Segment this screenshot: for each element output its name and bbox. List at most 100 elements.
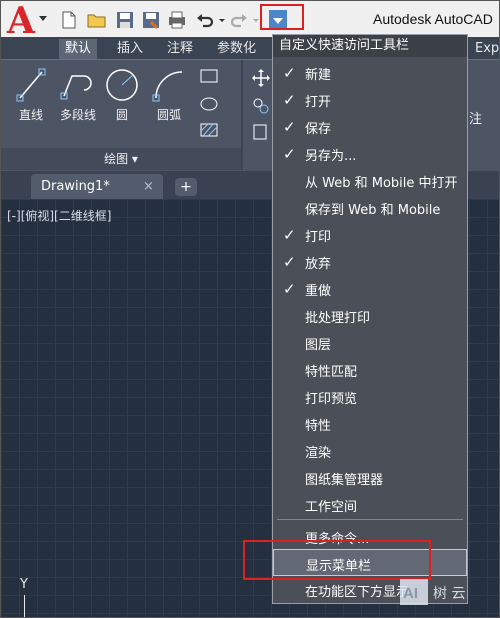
menu-item-label: 放弃 [305, 257, 332, 272]
arc-tool-button[interactable]: 圆弧 [149, 66, 189, 123]
menu-item[interactable]: 工作空间 [273, 491, 467, 518]
print-icon[interactable] [167, 10, 187, 30]
viewport-controls-label[interactable]: [-][俯视][二维线框] [7, 207, 111, 224]
rectangle-icon[interactable] [199, 68, 219, 84]
circle-tool-label: 圆 [115, 108, 128, 122]
line-icon [16, 68, 46, 102]
draw-panel-label[interactable]: 绘图 ▾ [1, 148, 241, 170]
annotate-tool-label[interactable]: 注 [469, 108, 482, 127]
chevron-down-icon: ▾ [131, 152, 138, 166]
copy-icon[interactable] [251, 96, 271, 116]
menu-item[interactable]: 从 Web 和 Mobile 中打开 [273, 167, 467, 194]
menu-item[interactable]: 图层 [273, 329, 467, 356]
arc-icon [152, 71, 183, 102]
close-icon[interactable]: × [143, 179, 154, 194]
menu-item-label: 打印预览 [305, 392, 358, 407]
title-bar: A Autodesk AutoCAD [1, 1, 499, 42]
line-tool-button[interactable]: 直线 [11, 66, 51, 123]
menu-item-label: 保存 [305, 122, 332, 137]
menu-item-label: 特性匹配 [305, 365, 358, 380]
menu-item[interactable]: 特性 [273, 410, 467, 437]
menu-item[interactable]: 打印预览 [273, 383, 467, 410]
menu-item[interactable]: 渲染 [273, 437, 467, 464]
menu-item-label: 在功能区下方显示 [305, 585, 410, 600]
tab-parametric[interactable]: 参数化 [211, 39, 262, 59]
open-folder-icon[interactable] [87, 10, 107, 30]
menu-item-label: 打开 [305, 95, 332, 110]
autocad-window: A Autodesk AutoCAD 默认 插入 注释 参数化 Exp 直线 多… [0, 0, 500, 618]
tab-insert[interactable]: 插入 [111, 39, 149, 59]
menu-item[interactable]: 保存到 Web 和 Mobile [273, 194, 467, 221]
watermark-text: 树 云 [433, 586, 466, 602]
document-tab-title: Drawing1* [41, 179, 110, 194]
menu-item-label: 打印 [305, 230, 332, 245]
tab-annotate[interactable]: 注释 [161, 39, 199, 59]
new-tab-button[interactable]: + [175, 178, 197, 196]
chevron-down-icon [39, 16, 47, 21]
menu-item-label: 工作空间 [305, 500, 358, 515]
highlight-box-show-menubar [243, 540, 431, 580]
menu-item-label: 新建 [305, 68, 332, 83]
menu-item[interactable]: ✓ 新建 [273, 59, 467, 86]
menu-item[interactable]: 特性匹配 [273, 356, 467, 383]
menu-item-label: 渲染 [305, 446, 332, 461]
highlight-box-qat-dropdown [260, 4, 304, 30]
polyline-icon [60, 75, 92, 100]
menu-item[interactable]: ✓ 放弃 [273, 248, 467, 275]
menu-item-label: 特性 [305, 419, 332, 434]
menu-item-label: 图纸集管理器 [305, 473, 384, 488]
menu-header: 自定义快速访问工具栏 [273, 35, 467, 57]
menu-item-label: 另存为... [305, 149, 357, 164]
menu-item[interactable]: ✓ 保存 [273, 113, 467, 140]
arc-tool-label: 圆弧 [156, 108, 181, 122]
menu-item-label: 保存到 Web 和 Mobile [305, 203, 441, 218]
polyline-tool-label: 多段线 [59, 108, 96, 122]
menu-item[interactable]: 批处理打印 [273, 302, 467, 329]
save-as-icon[interactable] [141, 10, 161, 30]
ribbon-divider [241, 60, 243, 170]
stretch-icon[interactable] [251, 122, 271, 142]
undo-dropdown-icon[interactable] [217, 10, 227, 30]
menu-item-label: 重做 [305, 284, 332, 299]
check-icon: ✓ [283, 91, 296, 109]
line-tool-label: 直线 [18, 108, 43, 122]
circle-tool-button[interactable]: 圆 [103, 66, 141, 123]
undo-icon[interactable] [195, 10, 215, 30]
check-icon: ✓ [283, 280, 296, 298]
move-icon[interactable] [251, 68, 271, 88]
new-file-icon[interactable] [59, 10, 79, 30]
customize-qat-menu: 自定义快速访问工具栏 ✓ 新建 ✓ 打开 ✓ 保存 ✓ 另存为... 从 Web 和 Mobil… [272, 34, 468, 604]
autocad-logo-icon: A [7, 0, 35, 42]
check-icon: ✓ [283, 253, 296, 271]
circle-icon [106, 69, 138, 101]
redo-icon[interactable] [229, 10, 249, 30]
draw-panel-title: 绘图 [104, 152, 129, 166]
menu-item-label: 从 Web 和 Mobile 中打开 [305, 176, 458, 191]
window-title: Autodesk AutoCAD [373, 11, 493, 27]
tab-express[interactable]: Exp [469, 39, 499, 59]
menu-item[interactable]: ✓ 重做 [273, 275, 467, 302]
menu-item-label: 批处理打印 [305, 311, 371, 326]
check-icon: ✓ [283, 145, 296, 163]
ucs-y-axis-label: Y [20, 577, 28, 592]
save-icon[interactable] [115, 10, 135, 30]
hatch-icon[interactable] [199, 122, 219, 138]
polyline-tool-button[interactable]: 多段线 [55, 66, 101, 123]
menu-item[interactable]: ✓ 打开 [273, 86, 467, 113]
tab-default[interactable]: 默认 [59, 39, 98, 59]
menu-item-label: 图层 [305, 338, 332, 353]
menu-item[interactable]: 图纸集管理器 [273, 464, 467, 491]
menu-separator [277, 519, 463, 520]
menu-item[interactable]: ✓ 打印 [273, 221, 467, 248]
check-icon: ✓ [283, 118, 296, 136]
check-icon: ✓ [283, 226, 296, 244]
watermark-ai-icon: AI [400, 579, 428, 605]
svg-text:AI: AI [403, 585, 418, 602]
ucs-y-axis-line [24, 595, 25, 617]
application-menu-button[interactable]: A [5, 1, 47, 42]
document-tab-drawing1[interactable]: Drawing1* × [31, 174, 163, 199]
menu-item[interactable]: ✓ 另存为... [273, 140, 467, 167]
watermark-logo: AI 树 云 [399, 578, 493, 608]
ellipse-icon[interactable] [199, 96, 219, 112]
check-icon: ✓ [283, 64, 296, 82]
